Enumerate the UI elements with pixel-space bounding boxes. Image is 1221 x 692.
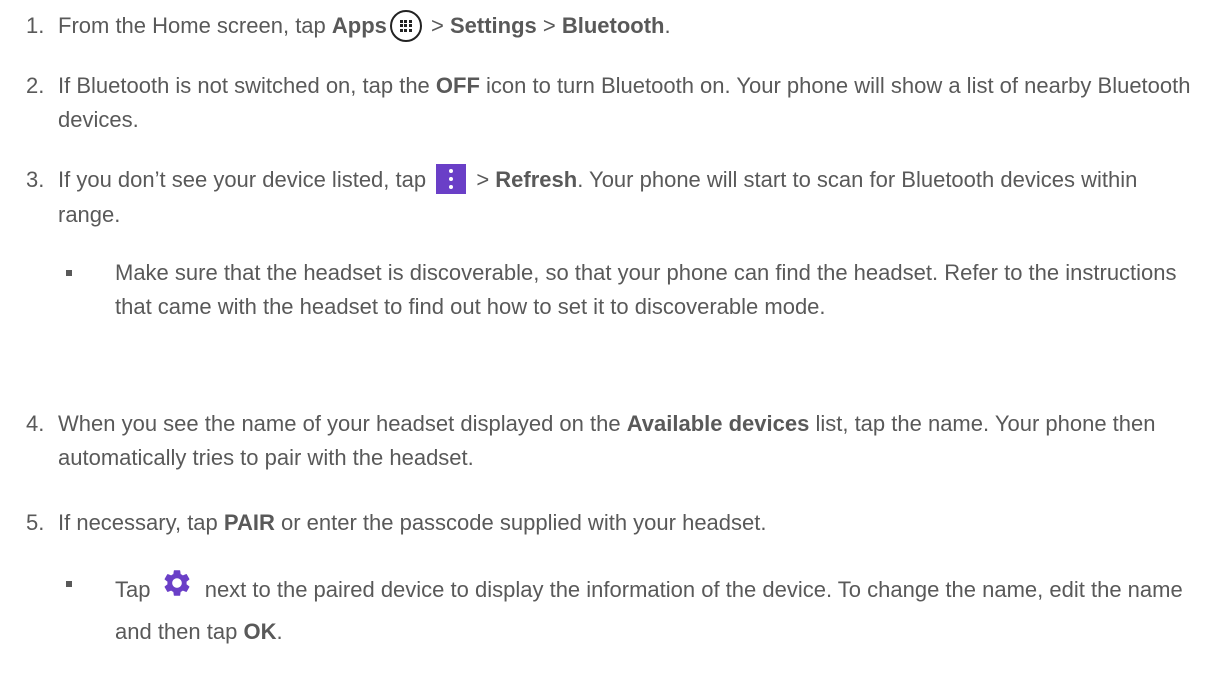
step-number: 4. [26,411,45,436]
apps-icon [389,9,422,42]
step-number: 2. [26,73,45,98]
pair-label: PAIR [223,510,275,535]
bullet [66,270,72,276]
step-text: From the Home screen, tap Apps > Setting… [58,9,1201,45]
bullet [66,581,72,587]
refresh-label: Refresh [495,167,578,192]
bluetooth-label: Bluetooth [561,13,665,38]
apps-label: Apps [331,13,387,38]
ok-label: OK [243,619,277,644]
step-text: If you don’t see your device listed, tap… [58,163,1201,232]
more-options-icon [436,164,467,195]
step-number: 1. [26,13,45,38]
step-number: 3. [26,167,45,192]
step-text: When you see the name of your headset di… [58,411,1156,470]
settings-label: Settings [449,13,537,38]
step-text: If necessary, tap PAIR or enter the pass… [58,510,767,535]
note-text: Make sure that the headset is discoverab… [115,260,1177,319]
step-text: If Bluetooth is not switched on, tap the… [58,73,1191,132]
gear-icon [161,567,193,609]
available-devices-label: Available devices [626,411,810,436]
note-text: Tap next to the paired device to display… [115,567,1191,649]
instructions-document: 1. From the Home screen, tap Apps > Sett… [0,0,1221,692]
off-label: OFF [435,73,480,98]
step-number: 5. [26,510,45,535]
